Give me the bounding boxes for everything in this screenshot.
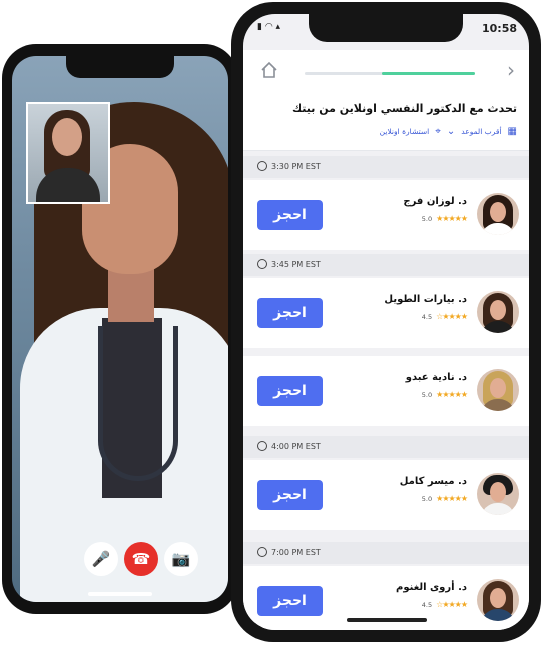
slot-time: 4:00 PM EST: [271, 441, 321, 451]
consultation-filter[interactable]: استشارة اونلاين: [380, 127, 430, 136]
doctor-avatar: [477, 579, 519, 621]
self-view-face: [52, 118, 82, 156]
camera-icon: 📷: [171, 550, 191, 568]
clock-icon: [257, 259, 267, 269]
doctor-rating: ★★★★★ 5.0: [421, 494, 468, 503]
doctor-avatar: [477, 473, 519, 515]
filter-row: ▦ أقرب الموعد ⌄ ⌖ استشارة اونلاين: [380, 126, 517, 137]
clock-icon: [257, 441, 267, 451]
doctor-rating: ★★★★★ 5.0: [421, 390, 468, 399]
home-icon[interactable]: [259, 60, 279, 80]
top-bar: ›: [243, 50, 529, 94]
time-slot-header: 7:00 PM EST: [243, 542, 529, 564]
stethoscope: [98, 326, 178, 481]
book-button[interactable]: احجز: [257, 480, 323, 510]
doctor-avatar: [477, 193, 519, 235]
slot-time: 3:45 PM EST: [271, 259, 321, 269]
doctor-avatar: [477, 291, 519, 333]
rating-value: 4.5: [421, 312, 433, 321]
end-call-icon: ☎: [131, 550, 151, 568]
doctor-name: د. بيارات الطويل: [384, 294, 467, 305]
slot-time: 7:00 PM EST: [271, 547, 321, 557]
notch: [66, 56, 174, 78]
doctor-rating: ★★★★★ 5.0: [421, 214, 468, 223]
star-rating-icon: ★★★★☆: [436, 600, 468, 609]
status-time: 10:58: [481, 22, 517, 35]
home-indicator: [347, 618, 427, 622]
back-arrow-icon[interactable]: ›: [507, 58, 515, 82]
star-rating-icon: ★★★★★: [436, 494, 468, 503]
slot-time: 3:30 PM EST: [271, 161, 321, 171]
app-screen: ▮ ◠ ▴ 10:58 › تحدث مع الدكتور النفسي اون…: [243, 14, 529, 630]
doctor-name: د. أروى الغنوم: [396, 582, 467, 593]
doctor-name: د. ميسر كامل: [399, 476, 467, 487]
rating-value: 5.0: [421, 390, 433, 399]
switch-camera-button[interactable]: 📷: [164, 542, 198, 576]
page-title: تحدث مع الدكتور النفسي اونلاين من بيتك: [292, 102, 517, 115]
notch: [309, 14, 463, 42]
book-button[interactable]: احجز: [257, 586, 323, 616]
doctor-avatar: [477, 369, 519, 411]
book-button[interactable]: احجز: [257, 298, 323, 328]
chevron-down-icon[interactable]: ⌄: [447, 126, 455, 137]
time-slot-header: 4:00 PM EST: [243, 436, 529, 458]
rating-value: 4.5: [421, 600, 433, 609]
book-button[interactable]: احجز: [257, 376, 323, 406]
doctor-card[interactable]: احجز د. ميسر كامل ★★★★★ 5.0: [243, 460, 529, 530]
end-call-button[interactable]: ☎: [124, 542, 158, 576]
rating-value: 5.0: [421, 494, 433, 503]
progress-fill: [381, 72, 475, 75]
self-view-thumbnail[interactable]: [26, 102, 110, 204]
video-call-phone: 🎤 ☎ 📷: [2, 44, 238, 614]
clock-icon: [257, 161, 267, 171]
star-rating-icon: ★★★★☆: [436, 312, 468, 321]
progress-bar: [305, 72, 475, 75]
doctor-name: د. نادية عبدو: [405, 372, 467, 383]
time-slot-header: 3:30 PM EST: [243, 156, 529, 178]
doctor-card[interactable]: احجز د. بيارات الطويل ★★★★☆ 4.5: [243, 278, 529, 348]
doctor-rating: ★★★★☆ 4.5: [421, 600, 468, 609]
mute-button[interactable]: 🎤: [84, 542, 118, 576]
doctor-rating: ★★★★☆ 4.5: [421, 312, 468, 321]
video-call-screen: 🎤 ☎ 📷: [12, 56, 228, 602]
star-rating-icon: ★★★★★: [436, 214, 468, 223]
schedule-filter[interactable]: أقرب الموعد: [461, 127, 501, 136]
doctor-card[interactable]: احجز د. لوزان فرج ★★★★★ 5.0: [243, 180, 529, 250]
location-pin-icon: ⌖: [435, 126, 441, 137]
page-header: تحدث مع الدكتور النفسي اونلاين من بيتك ▦…: [243, 94, 529, 151]
clock-icon: [257, 547, 267, 557]
mute-icon: 🎤: [91, 550, 111, 568]
rating-value: 5.0: [421, 214, 433, 223]
home-indicator: [88, 592, 152, 596]
star-rating-icon: ★★★★★: [436, 390, 468, 399]
doctor-name: د. لوزان فرج: [403, 196, 467, 207]
book-button[interactable]: احجز: [257, 200, 323, 230]
doctor-card[interactable]: احجز د. نادية عبدو ★★★★★ 5.0: [243, 356, 529, 426]
app-phone: ▮ ◠ ▴ 10:58 › تحدث مع الدكتور النفسي اون…: [231, 2, 541, 642]
time-slot-header: 3:45 PM EST: [243, 254, 529, 276]
status-icons: ▮ ◠ ▴: [257, 22, 281, 32]
calendar-icon: ▦: [507, 126, 517, 137]
